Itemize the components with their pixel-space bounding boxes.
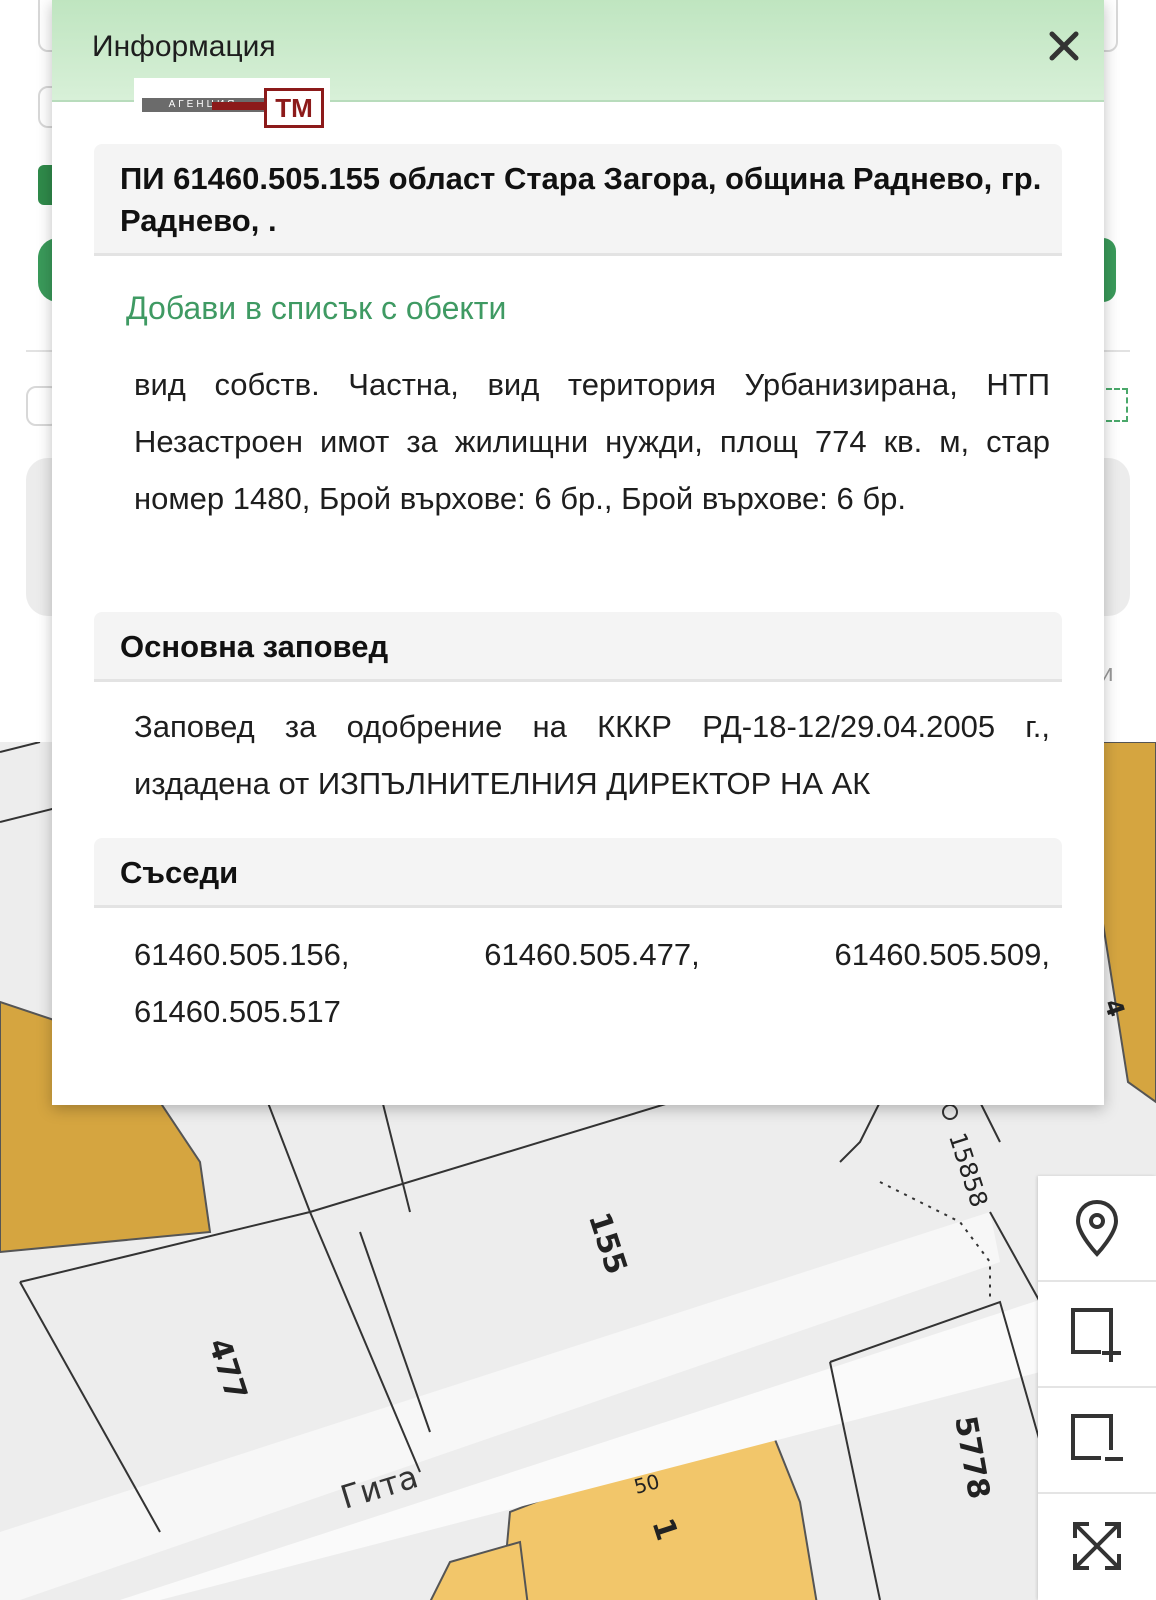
close-button[interactable] bbox=[1042, 24, 1086, 68]
property-details: вид собств. Частна, вид територия Урбани… bbox=[134, 367, 1050, 516]
remove-square-icon bbox=[1071, 1414, 1123, 1461]
neighbour-item: 61460.505.509, bbox=[834, 937, 1051, 972]
neighbour-item: 61460.505.477, bbox=[484, 937, 700, 972]
info-dialog: Информация АГЕНЦИЯ TM ПИ 61460.505.155 о… bbox=[52, 0, 1104, 1105]
fullscreen-button[interactable] bbox=[1038, 1494, 1156, 1598]
property-heading: ПИ 61460.505.155 област Стара Загора, об… bbox=[94, 144, 1062, 256]
close-icon bbox=[1049, 31, 1079, 61]
survey-point bbox=[942, 1104, 958, 1120]
expand-icon bbox=[1073, 1522, 1121, 1570]
locate-button[interactable] bbox=[1038, 1176, 1156, 1282]
neighbours-heading: Съседи bbox=[94, 838, 1062, 908]
draw-area-button[interactable] bbox=[1038, 1282, 1156, 1388]
add-to-list-link[interactable]: Добави в списък с обекти bbox=[126, 290, 506, 327]
logo-mark: TM bbox=[264, 88, 324, 128]
neighbour-item: 61460.505.517 bbox=[134, 994, 341, 1029]
map-building bbox=[1096, 742, 1156, 1104]
map-pin-icon bbox=[1075, 1199, 1119, 1257]
map-toolbar bbox=[1038, 1176, 1156, 1600]
neighbours-list: 61460.505.156, 61460.505.477, 61460.505.… bbox=[134, 926, 1050, 1040]
logo-bar bbox=[212, 102, 264, 110]
remove-area-button[interactable] bbox=[1038, 1388, 1156, 1494]
order-text: Заповед за одобрение на КККР РД-18-12/29… bbox=[134, 709, 1050, 801]
neighbour-item: 61460.505.156, bbox=[134, 937, 350, 972]
order-heading-text: Основна заповед bbox=[120, 629, 389, 664]
neighbours-heading-text: Съседи bbox=[120, 855, 239, 890]
dialog-title: Информация bbox=[92, 30, 276, 63]
order-heading: Основна заповед bbox=[94, 612, 1062, 682]
add-square-icon bbox=[1071, 1308, 1121, 1362]
map-building bbox=[429, 1540, 529, 1600]
agency-logo: АГЕНЦИЯ TM bbox=[134, 78, 330, 128]
property-heading-text: ПИ 61460.505.155 област Стара Загора, об… bbox=[120, 161, 1042, 238]
